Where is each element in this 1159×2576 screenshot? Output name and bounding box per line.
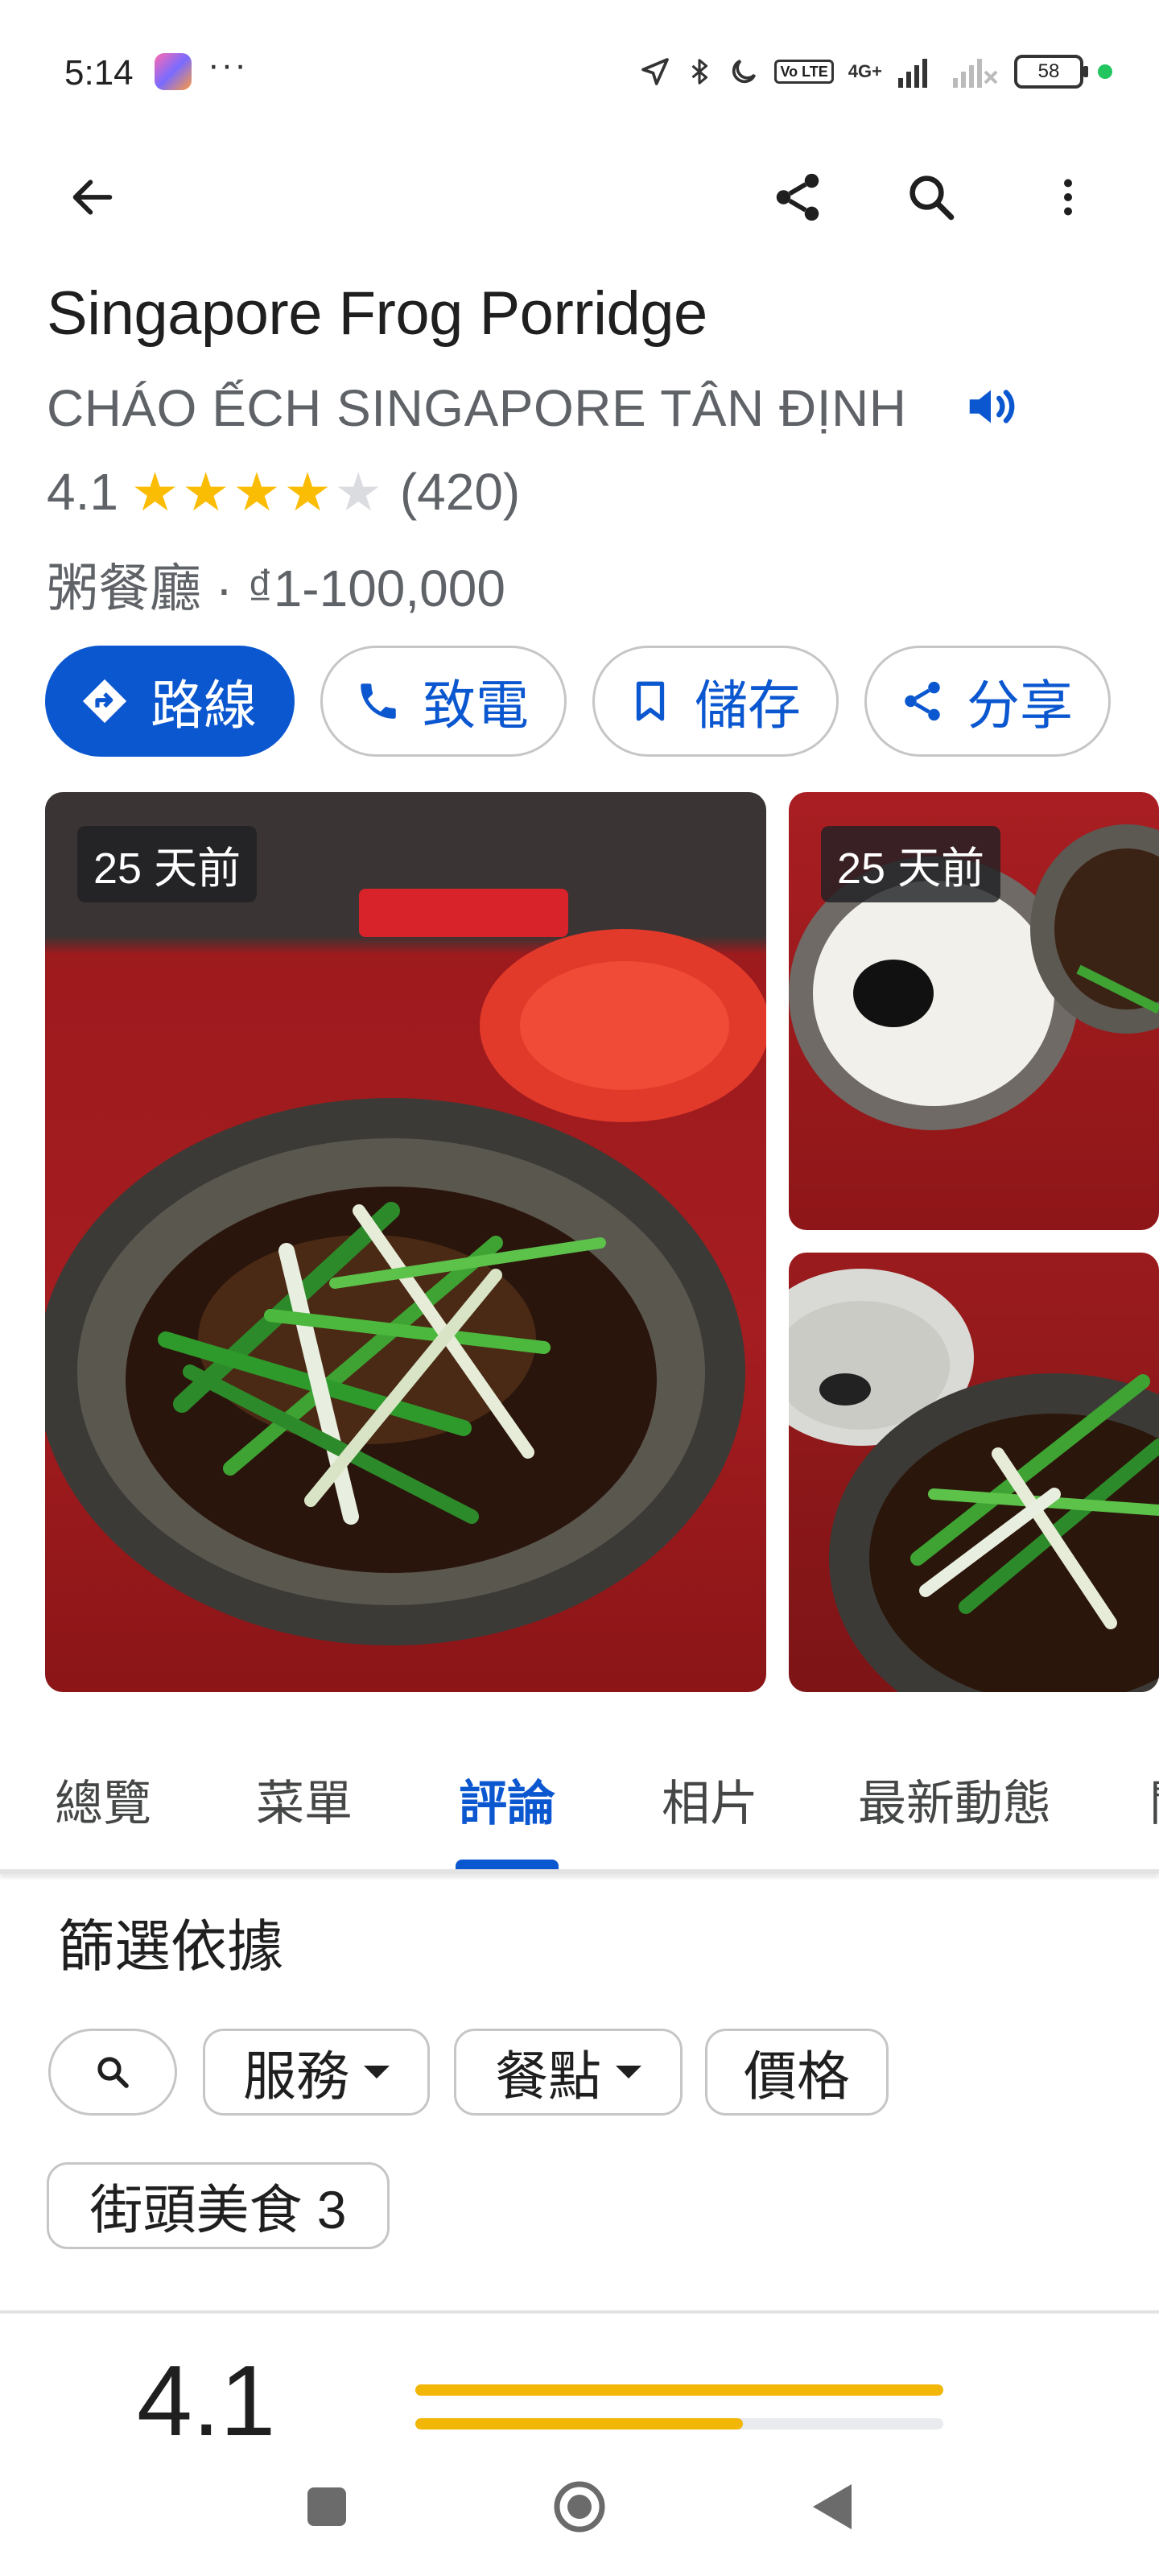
frog-porridge-pot-photo: [45, 889, 766, 1645]
food-filter-label: 餐點: [495, 2046, 601, 2106]
privacy-indicator-icon: [1098, 64, 1112, 79]
tab-about[interactable]: 關: [1149, 1765, 1159, 1835]
overall-rating-score: 4.1: [137, 2346, 276, 2457]
dropdown-caret-icon: [616, 2066, 641, 2079]
filter-title: 篩選依據: [58, 1915, 283, 1978]
directions-button[interactable]: 路線: [45, 646, 295, 757]
photo-top-right[interactable]: 25 天前: [789, 792, 1159, 1230]
search-icon: [97, 2057, 129, 2088]
status-time: 5:14: [64, 53, 134, 93]
photo-age-badge: 25 天前: [821, 826, 1001, 902]
place-local-name: CHÁO ẾCH SINGAPORE TÂN ĐỊNH: [47, 379, 907, 437]
status-icons: Vo LTE 4G+ 58: [639, 50, 1112, 93]
star-icon: ★: [130, 462, 179, 522]
star-icon: ★: [233, 462, 281, 522]
share-action-button[interactable]: 分享: [864, 646, 1111, 757]
search-button[interactable]: [895, 161, 967, 233]
back-button[interactable]: [56, 161, 129, 233]
share-button[interactable]: [761, 161, 834, 233]
tab-overview[interactable]: 總覽: [55, 1765, 151, 1835]
save-label: 儲存: [695, 675, 801, 735]
star-icon: ★: [283, 462, 332, 522]
photo-age-badge: 25 天前: [77, 826, 258, 902]
bookmark-icon: [627, 678, 674, 724]
share-icon: [776, 173, 819, 221]
directions-icon: [80, 676, 130, 726]
service-filter-chip[interactable]: 服務: [203, 2029, 430, 2116]
tab-updates[interactable]: 最新動態: [858, 1765, 1051, 1835]
search-icon: [909, 175, 955, 221]
call-label: 致電: [423, 675, 529, 735]
tab-reviews[interactable]: 評論: [459, 1765, 555, 1835]
share-label: 分享: [967, 675, 1073, 735]
network-type-label: 4G+: [848, 61, 882, 81]
section-divider: [0, 2310, 1159, 2314]
phone-icon: [355, 678, 402, 724]
more-vert-icon: [1064, 179, 1072, 216]
rating-value: 4.1: [47, 463, 118, 521]
volte-icon: Vo LTE: [774, 60, 834, 84]
share-icon: [899, 678, 946, 724]
battery-icon: 58: [1014, 55, 1088, 89]
rating-row[interactable]: 4.1 ★ ★ ★ ★ ★ (420): [47, 462, 520, 522]
call-button[interactable]: 致電: [320, 646, 567, 757]
status-bar: 5:14 ··· Vo LTE 4G+ 58: [0, 0, 1159, 145]
price-filter-chip[interactable]: 價格: [705, 2029, 889, 2116]
photo-main[interactable]: 25 天前: [45, 792, 766, 1692]
street-food-filter-chip[interactable]: 街頭美食 3: [47, 2162, 390, 2249]
star-empty-icon: ★: [334, 462, 382, 522]
directions-label: 路線: [151, 675, 257, 735]
back-triangle-icon: [813, 2484, 852, 2529]
food-filter-chip[interactable]: 餐點: [454, 2029, 683, 2116]
tabs-divider: [0, 1869, 1159, 1874]
service-filter-label: 服務: [243, 2046, 349, 2106]
dropdown-caret-icon: [364, 2066, 390, 2079]
review-count: (420): [399, 463, 521, 521]
rating-bar-fill: [415, 2418, 743, 2429]
home-circle-icon: [554, 2481, 605, 2533]
star-icon: ★: [182, 462, 230, 522]
nav-back-button[interactable]: [808, 2481, 856, 2533]
arrow-back-icon: [72, 180, 113, 215]
place-tabs: 總覽 菜單 評論 相片 最新動態 關: [0, 1731, 1159, 1872]
place-title: Singapore Frog Porridge: [47, 279, 707, 348]
moon-icon: [732, 59, 757, 84]
save-button[interactable]: 儲存: [592, 646, 839, 757]
pronounce-button[interactable]: [963, 378, 1019, 435]
more-notifications-indicator: ···: [208, 45, 248, 85]
search-reviews-chip[interactable]: [48, 2029, 177, 2116]
bluetooth-icon: [691, 59, 708, 85]
app-notification-icon: [155, 53, 192, 90]
more-options-button[interactable]: [1032, 161, 1104, 233]
location-arrow-icon: [641, 58, 670, 85]
signal-weak-icon: [953, 59, 998, 88]
price-filter-label: 價格: [744, 2046, 850, 2106]
street-food-filter-label: 街頭美食 3: [89, 2180, 347, 2240]
speaker-icon: [969, 390, 1015, 423]
photo-bottom-right[interactable]: [789, 1253, 1159, 1692]
signal-icon: [898, 59, 927, 88]
action-buttons: 路線 致電 儲存 分享: [45, 646, 1111, 757]
rating-bar-4: [415, 2418, 943, 2429]
category-price: 粥餐廳 · ₫1-100,000: [47, 559, 505, 617]
home-button[interactable]: [552, 2479, 607, 2534]
tab-menu[interactable]: 菜單: [256, 1765, 353, 1835]
frog-pot-photo: [789, 1269, 1159, 1692]
rating-stars: ★ ★ ★ ★ ★: [131, 465, 386, 518]
recents-button[interactable]: [307, 2487, 346, 2526]
rating-bar-fill: [415, 2384, 943, 2396]
tab-photos[interactable]: 相片: [662, 1765, 758, 1835]
rating-bar-5: [415, 2384, 943, 2396]
